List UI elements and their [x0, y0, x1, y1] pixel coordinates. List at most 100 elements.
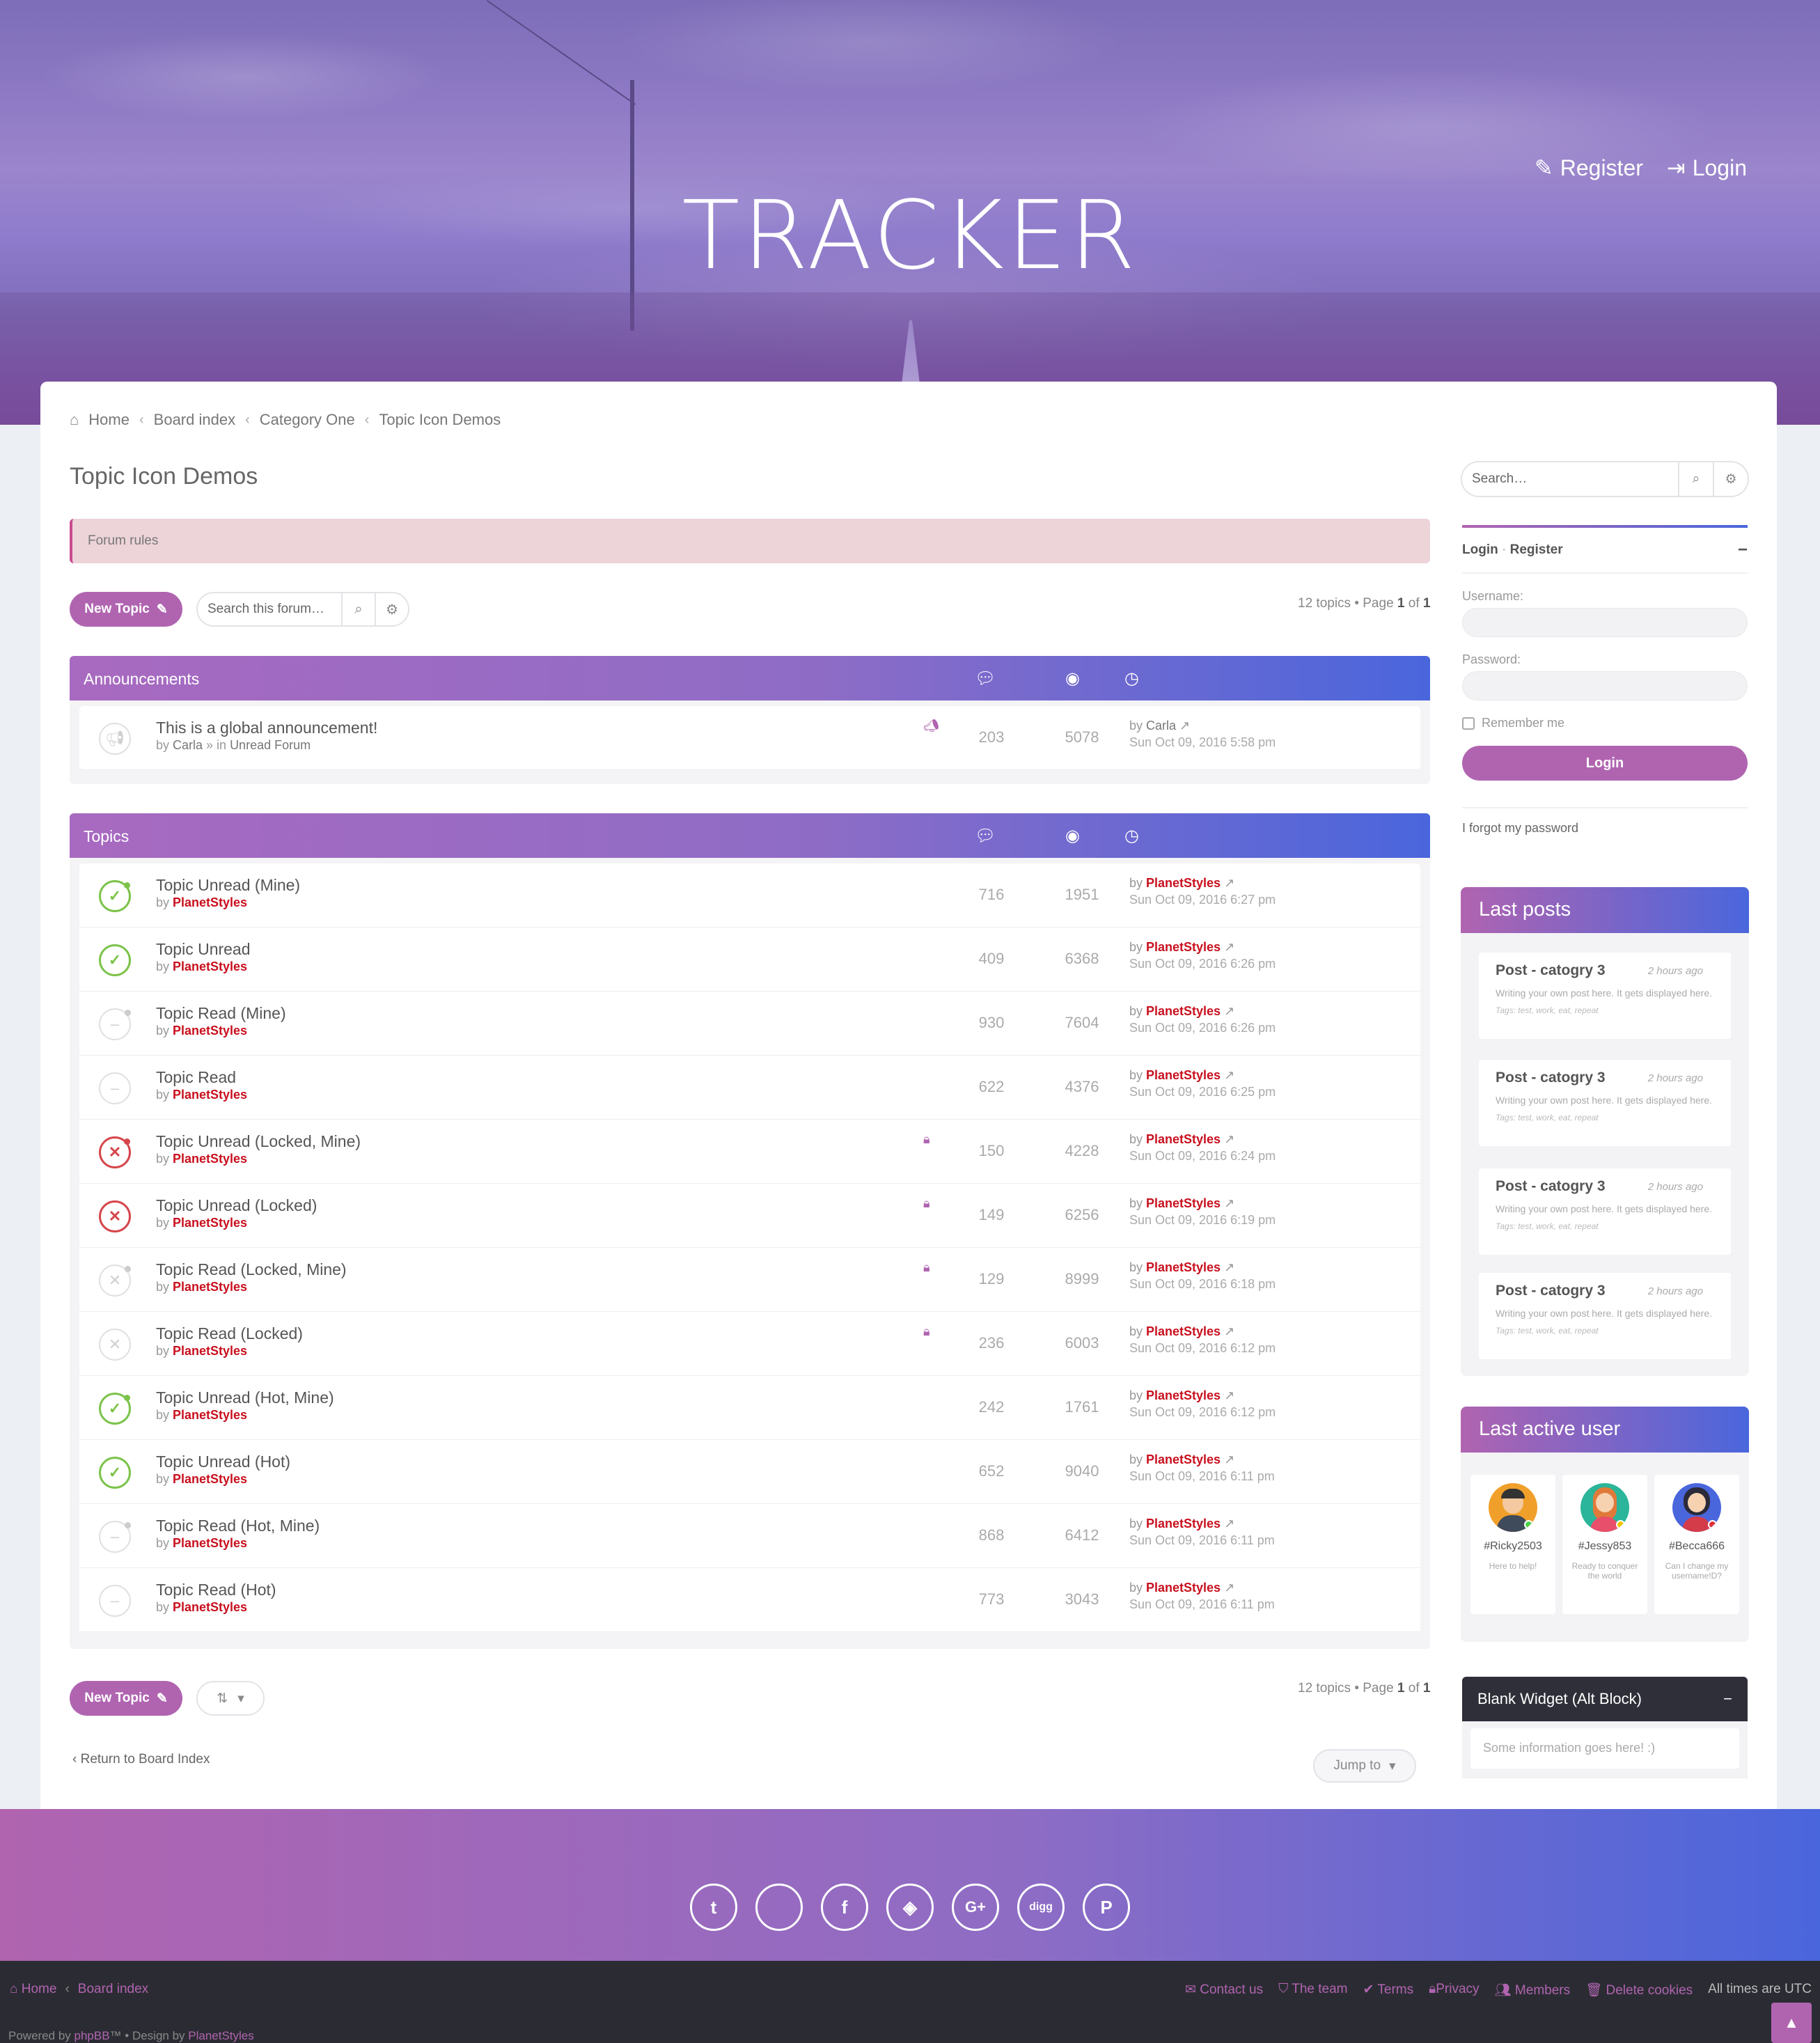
contact-link[interactable]: ✉ Contact us [1185, 1982, 1263, 1998]
topic-title[interactable]: Topic Read (Hot) [156, 1581, 276, 1599]
search-icon[interactable]: ⌕ [341, 593, 375, 625]
table-row[interactable]: – Topic Read (Mine) by PlanetStyles 930 7604… [79, 992, 1420, 1056]
login-button[interactable]: Login [1462, 746, 1748, 781]
back-to-top-button[interactable]: ▲ [1771, 2003, 1812, 2043]
goto-post-icon[interactable]: ↗ [1224, 1581, 1234, 1595]
sort-options-button[interactable]: ⇅ ▾ [196, 1681, 265, 1716]
forum-rules[interactable]: Forum rules [70, 519, 1430, 563]
google-plus-icon[interactable]: G+ [952, 1884, 999, 1931]
goto-post-icon[interactable]: ↗ [1224, 1260, 1234, 1274]
topic-byline: by PlanetStyles [156, 1536, 248, 1550]
new-topic-button-bottom[interactable]: New Topic ✎ [70, 1681, 182, 1716]
breadcrumb-board-index[interactable]: Board index [154, 411, 235, 429]
goto-post-icon[interactable]: ↗ [1179, 719, 1190, 733]
goto-post-icon[interactable]: ↗ [1224, 1196, 1234, 1210]
goto-post-icon[interactable]: ↗ [1224, 1004, 1234, 1018]
blank-widget: Blank Widget (Alt Block) − Some informati… [1462, 1677, 1748, 1778]
new-topic-button[interactable]: New Topic ✎ [70, 592, 182, 627]
search-icon[interactable]: ⌕ [1678, 462, 1713, 496]
forum-search-input[interactable]: Search this forum… [198, 602, 341, 617]
gear-icon[interactable]: ⚙ [1713, 462, 1748, 496]
jump-to-dropdown[interactable]: Jump to ▾ [1313, 1749, 1416, 1783]
pinterest-icon[interactable]: P [1083, 1884, 1130, 1931]
topic-title[interactable]: Topic Read (Locked) [156, 1324, 303, 1343]
announcement-row[interactable]: 📢︎ This is a global announcement! by Car… [79, 706, 1420, 770]
topic-title[interactable]: Topic Read (Mine) [156, 1004, 286, 1023]
register-tab[interactable]: Register [1510, 542, 1563, 557]
digg-icon[interactable]: digg [1017, 1884, 1065, 1931]
user-card[interactable]: #Becca666 Can I change my username!D? [1654, 1475, 1739, 1614]
table-row[interactable]: ✕ Topic Unread (Locked, Mine) by PlanetSty… [79, 1120, 1420, 1184]
topic-title[interactable]: Topic Read (Hot, Mine) [156, 1517, 320, 1535]
list-item[interactable]: Post - catogry 32 hours ago Writing your … [1479, 1168, 1731, 1255]
footer-board-index-link[interactable]: Board index [78, 1982, 148, 1997]
page-title[interactable]: Topic Icon Demos [70, 463, 258, 490]
list-item[interactable]: Post - catogry 32 hours ago Writing your … [1479, 1273, 1731, 1359]
views-count: 3043 [1065, 1590, 1099, 1608]
goto-post-icon[interactable]: ↗ [1224, 1453, 1234, 1466]
table-row[interactable]: ✕ Topic Unread (Locked) by PlanetStyles 🔒︎ 1… [79, 1184, 1420, 1248]
table-row[interactable]: ✕ Topic Read (Locked, Mine) by PlanetStyle… [79, 1248, 1420, 1312]
password-field[interactable] [1462, 671, 1748, 700]
codepen-icon[interactable]: ◈ [886, 1884, 934, 1931]
table-row[interactable]: ✓ Topic Unread by PlanetStyles 409 6368 by Pl… [79, 927, 1420, 992]
goto-post-icon[interactable]: ↗ [1224, 1324, 1234, 1338]
collapse-icon[interactable]: − [1738, 540, 1748, 560]
privacy-link[interactable]: 🔒︎Privacy [1429, 1982, 1479, 1998]
goto-post-icon[interactable]: ↗ [1224, 876, 1234, 890]
login-tab[interactable]: Login [1462, 542, 1498, 557]
remember-me-checkbox[interactable] [1462, 717, 1475, 730]
table-row[interactable]: ✓ Topic Unread (Hot) by PlanetStyles 652 904… [79, 1440, 1420, 1504]
team-link[interactable]: ⛉ The team [1278, 1982, 1347, 1998]
site-logo[interactable]: TRACKER [0, 181, 1820, 291]
table-row[interactable]: – Topic Read by PlanetStyles 622 4376 by Plan… [79, 1056, 1420, 1120]
gear-icon[interactable]: ⚙ [375, 593, 408, 625]
table-row[interactable]: – Topic Read (Hot, Mine) by PlanetStyles 86… [79, 1504, 1420, 1568]
login-link[interactable]: ⇥ Login [1667, 155, 1747, 181]
user-card[interactable]: #Ricky2503 Here to help! [1470, 1475, 1555, 1614]
phpbb-link[interactable]: phpBB [74, 2029, 110, 2042]
planetstyles-link[interactable]: PlanetStyles [188, 2029, 254, 2042]
breadcrumb-category[interactable]: Category One [260, 411, 355, 429]
table-row[interactable]: – Topic Read (Hot) by PlanetStyles 773 3043 b… [79, 1568, 1420, 1632]
goto-post-icon[interactable]: ↗ [1224, 940, 1234, 954]
topic-title[interactable]: Topic Unread [156, 940, 251, 959]
list-item[interactable]: Post - catogry 32 hours ago Writing your … [1479, 1060, 1731, 1146]
goto-post-icon[interactable]: ↗ [1224, 1132, 1234, 1146]
topic-title[interactable]: Topic Unread (Hot) [156, 1453, 290, 1471]
breadcrumb-home[interactable]: Home [88, 411, 130, 429]
topic-byline: by Carla » in Unread Forum [156, 738, 311, 752]
table-row[interactable]: ✓ Topic Unread (Mine) by PlanetStyles 716 19… [79, 863, 1420, 927]
members-link[interactable]: 👥︎ Members [1495, 1982, 1571, 1998]
topic-title[interactable]: Topic Read (Locked, Mine) [156, 1260, 347, 1279]
delete-cookies-link[interactable]: 🗑︎ Delete cookies [1585, 1982, 1693, 1998]
topic-title[interactable]: Topic Unread (Mine) [156, 876, 300, 895]
topic-title[interactable]: Topic Unread (Locked) [156, 1196, 317, 1215]
table-row[interactable]: ✓ Topic Unread (Hot, Mine) by PlanetStyles… [79, 1376, 1420, 1440]
goto-post-icon[interactable]: ↗ [1224, 1068, 1234, 1082]
topic-title[interactable]: Topic Read [156, 1068, 236, 1087]
register-link[interactable]: ✎ Register [1535, 155, 1643, 181]
footer-home-link[interactable]: ⌂ Home [10, 1982, 56, 1997]
topic-byline: by PlanetStyles [156, 1024, 248, 1038]
apple-icon[interactable] [755, 1884, 803, 1931]
table-row[interactable]: ✕ Topic Read (Locked) by PlanetStyles 🔒︎ 236… [79, 1312, 1420, 1376]
topic-title[interactable]: Topic Unread (Locked, Mine) [156, 1132, 361, 1151]
goto-post-icon[interactable]: ↗ [1224, 1388, 1234, 1402]
list-item[interactable]: Post - catogry 32 hours ago Writing your … [1479, 953, 1731, 1039]
goto-post-icon[interactable]: ↗ [1224, 1517, 1234, 1531]
terms-link[interactable]: ✔ Terms [1363, 1982, 1414, 1998]
facebook-icon[interactable]: f [821, 1884, 868, 1931]
collapse-icon[interactable]: − [1723, 1690, 1732, 1708]
return-to-index-link[interactable]: ‹ Return to Board Index [72, 1752, 210, 1767]
forgot-password-link[interactable]: I forgot my password [1462, 807, 1748, 836]
username-field[interactable] [1462, 608, 1748, 637]
last-post-time: Sun Oct 09, 2016 6:12 pm [1129, 1341, 1276, 1355]
sidebar-search-input[interactable]: Search… [1462, 471, 1678, 487]
topic-title[interactable]: Topic Unread (Hot, Mine) [156, 1388, 334, 1407]
twitter-icon[interactable]: t [690, 1884, 737, 1931]
user-card[interactable]: #Jessy853 Ready to conquer the world [1562, 1475, 1647, 1614]
topic-status-icon: ✓ [99, 1393, 131, 1425]
topic-title[interactable]: This is a global announcement! [156, 719, 377, 737]
breadcrumb-forum[interactable]: Topic Icon Demos [379, 411, 501, 429]
